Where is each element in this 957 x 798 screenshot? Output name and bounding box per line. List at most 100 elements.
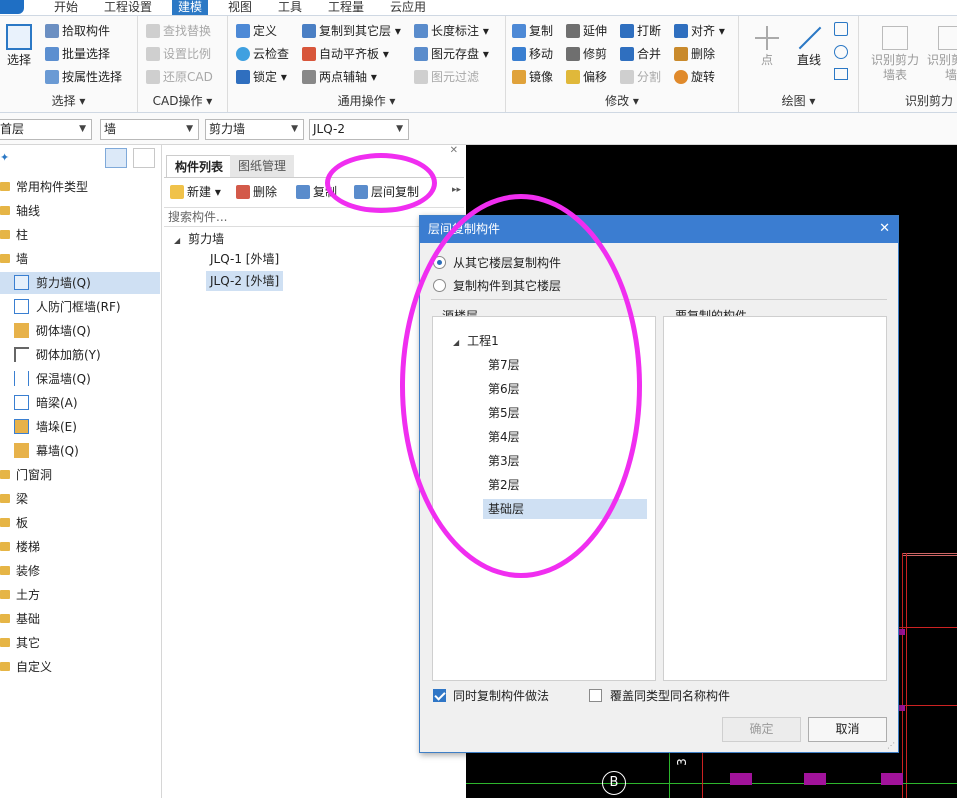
- folder-icon: [0, 518, 10, 527]
- list-view-icon[interactable]: [105, 148, 127, 168]
- close-icon[interactable]: ✕: [450, 145, 458, 156]
- offset-icon: [566, 70, 580, 84]
- find-replace-button[interactable]: 查找替换: [146, 21, 211, 41]
- select-button[interactable]: 选择: [2, 24, 36, 68]
- tree-item-earthwork[interactable]: 土方: [0, 584, 160, 606]
- tree-item-beam[interactable]: 梁: [0, 488, 160, 510]
- close-icon[interactable]: ✕: [879, 221, 890, 236]
- shear-wall-icon: [14, 275, 29, 290]
- modify-group: 复制 移动 镜像 延伸 修剪 偏移 打断 合并 分割 对齐 ▾ 删除 旋转 修改…: [506, 16, 739, 112]
- tree-item-openings[interactable]: 门窗洞: [0, 464, 160, 486]
- chevron-down-icon: ▼: [291, 124, 298, 134]
- ok-button[interactable]: 确定: [722, 717, 801, 742]
- resize-grip-icon[interactable]: ⋰: [887, 741, 895, 750]
- line-button[interactable]: 直线: [791, 26, 827, 68]
- tree-item-masonry-wall[interactable]: 砌体墙(Q): [0, 320, 160, 342]
- mirror-button[interactable]: 镜像: [512, 67, 553, 87]
- tree-item-foundation[interactable]: 基础: [0, 608, 160, 630]
- circle-icon[interactable]: [834, 45, 848, 59]
- select-group-label: 选择 ▾: [51, 94, 86, 108]
- pick-component-button[interactable]: 拾取构件: [45, 21, 110, 41]
- copy-method-checkbox[interactable]: [433, 689, 446, 702]
- length-dimension-button[interactable]: 长度标注 ▾: [414, 21, 489, 41]
- define-button[interactable]: 定义: [236, 21, 277, 41]
- tab-view[interactable]: 视图: [222, 0, 258, 15]
- align-button[interactable]: 对齐 ▾: [674, 21, 725, 41]
- tree-item-wall-pier[interactable]: 墙垛(E): [0, 416, 160, 438]
- tree-item-slab[interactable]: 板: [0, 512, 160, 534]
- tree-root-shear-wall[interactable]: ◢ 剪力墙: [174, 229, 224, 249]
- tree-item-jlq1[interactable]: JLQ-1 [外墙]: [206, 249, 283, 269]
- point-button[interactable]: 点: [749, 26, 785, 68]
- type-select[interactable]: 剪力墙 ▼: [205, 119, 304, 140]
- category-select[interactable]: 墙 ▼: [100, 119, 199, 140]
- tree-item-hidden-beam[interactable]: 暗梁(A): [0, 392, 160, 414]
- tree-item-stairs[interactable]: 楼梯: [0, 536, 160, 558]
- tree-item-column[interactable]: 柱: [0, 224, 160, 246]
- tree-item-other[interactable]: 其它: [0, 632, 160, 654]
- break-icon: [620, 24, 634, 38]
- rotate-button[interactable]: 旋转: [674, 67, 715, 87]
- tab-component-list[interactable]: 构件列表: [166, 155, 233, 177]
- set-scale-button[interactable]: 设置比例: [146, 44, 211, 64]
- save-element-button[interactable]: 图元存盘 ▾: [414, 44, 489, 64]
- copy-button[interactable]: 复制: [512, 21, 553, 41]
- trim-button[interactable]: 修剪: [566, 44, 607, 64]
- cancel-button[interactable]: 取消: [808, 717, 887, 742]
- select-by-property-button[interactable]: 按属性选择: [45, 67, 122, 87]
- extend-icon: [566, 24, 580, 38]
- copy-to-other-floor-button[interactable]: 复制到其它层 ▾: [302, 21, 401, 41]
- tree-item-shear-wall[interactable]: 剪力墙(Q): [0, 272, 160, 294]
- tree-item-custom[interactable]: 自定义: [0, 656, 160, 678]
- split-button[interactable]: 分割: [620, 67, 661, 87]
- break-button[interactable]: 打断: [620, 21, 661, 41]
- tree-item-wall[interactable]: 墙: [0, 248, 160, 270]
- component-select[interactable]: JLQ-2 ▼: [309, 119, 409, 140]
- overwrite-checkbox[interactable]: [589, 689, 602, 702]
- tab-start[interactable]: 开始: [48, 0, 84, 15]
- extend-button[interactable]: 延伸: [566, 21, 607, 41]
- target-components-list[interactable]: [663, 316, 887, 681]
- tree-item-civil-defense-wall[interactable]: 人防门框墙(RF): [0, 296, 160, 318]
- tab-drawing-management[interactable]: 图纸管理: [230, 155, 295, 177]
- rectangle-icon[interactable]: [834, 68, 848, 80]
- move-button[interactable]: 移动: [512, 44, 553, 64]
- tree-item-decoration[interactable]: 装修: [0, 560, 160, 582]
- tab-modeling[interactable]: 建模: [172, 0, 209, 15]
- app-logo-icon[interactable]: [0, 0, 24, 14]
- tree-item-common[interactable]: 常用构件类型: [0, 176, 160, 198]
- delete-button[interactable]: 删除: [674, 44, 715, 64]
- copy-method-label[interactable]: 同时复制构件做法: [453, 687, 549, 704]
- overwrite-label[interactable]: 覆盖同类型同名称构件: [610, 687, 730, 704]
- new-component-button[interactable]: 新建 ▾: [170, 182, 221, 202]
- tree-item-axis[interactable]: 轴线: [0, 200, 160, 222]
- folder-icon: [0, 566, 10, 575]
- cad-group: 查找替换 设置比例 还原CAD CAD操作 ▾: [138, 16, 228, 112]
- tab-project-settings[interactable]: 工程设置: [98, 0, 158, 15]
- delete-component-button[interactable]: 删除: [236, 182, 277, 202]
- identify-wall-button[interactable]: 识别剪力墙: [925, 26, 957, 83]
- tab-quantity[interactable]: 工程量: [322, 0, 370, 15]
- tree-item-jlq2[interactable]: JLQ-2 [外墙]: [206, 271, 284, 291]
- arc-icon[interactable]: [834, 22, 848, 36]
- tree-item-insulation-wall[interactable]: 保温墙(Q): [0, 368, 160, 390]
- tab-cloud[interactable]: 云应用: [384, 0, 432, 15]
- two-point-axis-button[interactable]: 两点辅轴 ▾: [302, 67, 377, 87]
- offset-button[interactable]: 偏移: [566, 67, 607, 87]
- lock-button[interactable]: 锁定 ▾: [236, 67, 287, 87]
- tree-item-masonry-rebar[interactable]: 砌体加筋(Y): [0, 344, 160, 366]
- axis-number: 3: [674, 758, 689, 766]
- element-filter-button[interactable]: 图元过滤: [414, 67, 479, 87]
- pin-icon[interactable]: ✦: [0, 151, 9, 164]
- batch-select-button[interactable]: 批量选择: [45, 44, 110, 64]
- detail-view-icon[interactable]: [133, 148, 155, 168]
- restore-cad-button[interactable]: 还原CAD: [146, 67, 213, 87]
- more-icon[interactable]: ▸▸: [452, 185, 461, 195]
- merge-button[interactable]: 合并: [620, 44, 661, 64]
- identify-wall-table-button[interactable]: 识别剪力墙表: [869, 26, 921, 83]
- tree-item-curtain-wall[interactable]: 幕墙(Q): [0, 440, 160, 462]
- floor-select[interactable]: 首层 ▼: [0, 119, 92, 140]
- tab-tools[interactable]: 工具: [272, 0, 308, 15]
- cloud-check-button[interactable]: 云检查: [236, 44, 289, 64]
- auto-align-slab-button[interactable]: 自动平齐板 ▾: [302, 44, 389, 64]
